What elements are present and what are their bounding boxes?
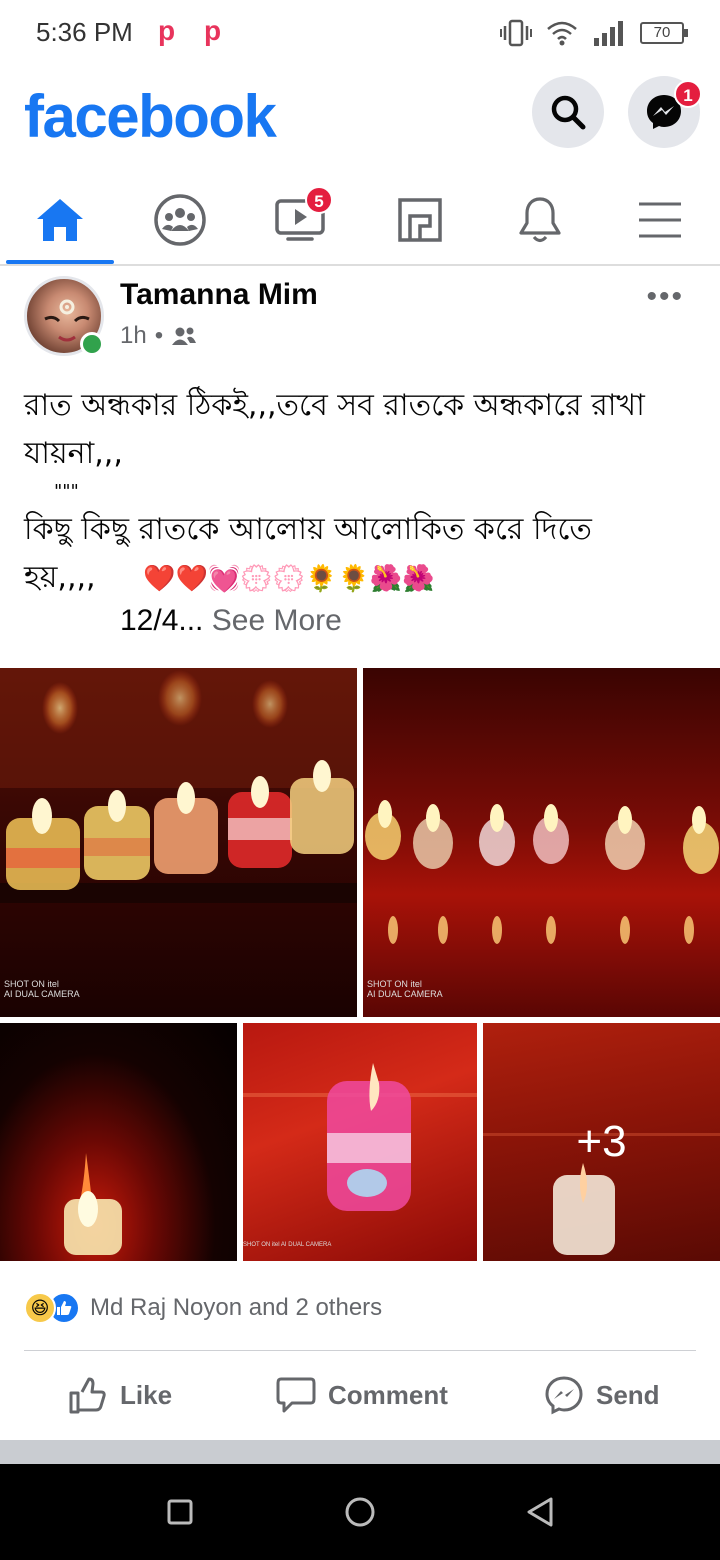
post-text-line2: কিছু কিছু রাতকে আলোয় আলোকিত করে দিতে হয… (24, 512, 592, 595)
status-bar: 5:36 PM p p 70 (0, 0, 720, 66)
status-indicators: 70 (500, 18, 688, 48)
menu-icon (639, 202, 681, 238)
more-photos-count[interactable]: +3 (483, 1023, 720, 1261)
post-time[interactable]: 1h (120, 322, 147, 350)
like-label: Like (120, 1379, 173, 1410)
post-date: 12/4... (120, 604, 204, 637)
search-icon (551, 95, 586, 130)
online-status-dot (80, 332, 104, 356)
post-photo-1[interactable]: SHOT ON itel AI DUAL CAMERA (0, 668, 357, 1017)
feed-separator (0, 1440, 720, 1464)
photo-caption: SHOT ON itel AI DUAL CAMERA (367, 979, 443, 999)
like-icon (69, 1377, 106, 1414)
send-button[interactable]: Send (544, 1370, 660, 1420)
battery-icon: 70 (640, 22, 688, 44)
reactions-summary[interactable]: 😆 Md Raj Noyon and 2 others (24, 1288, 382, 1328)
post-photo-2[interactable]: SHOT ON itel AI DUAL CAMERA (363, 668, 720, 1017)
home-system-button[interactable] (338, 1490, 382, 1534)
system-navigation-bar (0, 1464, 720, 1560)
recent-apps-button[interactable] (158, 1490, 202, 1534)
post-photo-4[interactable]: SHOT ON itel AI DUAL CAMERA (243, 1023, 477, 1261)
comment-label: Comment (328, 1379, 448, 1410)
vibrate-icon (500, 19, 532, 47)
wifi-icon (547, 21, 577, 46)
tab-notifications[interactable] (485, 176, 595, 264)
reactions-text: Md Raj Noyon and 2 others (90, 1294, 383, 1321)
post-author[interactable]: Tamanna Mim (120, 278, 318, 312)
comment-icon (276, 1377, 316, 1413)
comment-button[interactable]: Comment (276, 1370, 448, 1420)
candle-photo-3 (64, 1153, 122, 1255)
back-button[interactable] (518, 1490, 562, 1534)
photo-caption: SHOT ON itel AI DUAL CAMERA (243, 1242, 332, 1248)
notification-app-icon: p (158, 15, 176, 46)
search-button[interactable] (532, 76, 604, 148)
post-text-line1: রাত অন্ধকার ঠিকই,,,তবে সব রাতকে অন্ধকারে… (24, 388, 645, 471)
like-button[interactable]: Like (68, 1370, 172, 1420)
photo-caption: SHOT ON itel AI DUAL CAMERA (4, 979, 80, 999)
groups-icon (154, 194, 206, 246)
messenger-button[interactable]: 1 (628, 76, 702, 148)
active-tab-indicator (6, 260, 114, 264)
back-triangle-icon (527, 1497, 553, 1527)
status-time: 5:36 PM (36, 17, 133, 47)
post-text: রাত অন্ধকার ঠিকই,,,তবে সব রাতকে অন্ধকারে… (24, 382, 696, 603)
post-photo-5[interactable]: +3 (483, 1023, 720, 1261)
tab-menu[interactable] (605, 176, 715, 264)
facebook-logo: facebook (24, 83, 277, 150)
post-emojis: ❤️❤️💓💮💮🌻🌻🌺🌺 (143, 564, 435, 594)
tab-watch[interactable]: 5 (245, 176, 355, 264)
meta-separator: • (154, 322, 164, 349)
tab-groups[interactable] (125, 176, 235, 264)
tab-home[interactable] (5, 176, 115, 264)
haha-reaction-icon: 😆 (24, 1292, 56, 1324)
post-photo-3[interactable] (0, 1023, 237, 1261)
bell-icon (519, 197, 561, 243)
see-more-link[interactable]: See More (212, 604, 342, 637)
post-meta: 1h • (120, 322, 197, 350)
tab-marketplace[interactable] (365, 176, 475, 264)
signal-icon (594, 21, 623, 46)
app-header: facebook 1 (0, 72, 720, 162)
candle-photo-4 (243, 1063, 477, 1211)
post-more-options[interactable]: ••• (646, 280, 684, 314)
home-icon (37, 199, 83, 241)
send-label: Send (596, 1379, 660, 1410)
marketplace-icon (398, 198, 442, 242)
circle-icon (345, 1497, 375, 1527)
messenger-send-icon (545, 1376, 583, 1415)
main-nav: 5 (0, 176, 720, 266)
post-text-quotes: """ (54, 481, 79, 502)
watch-badge: 5 (305, 186, 333, 214)
candles-photo-1 (0, 668, 357, 903)
see-more-line: 12/4... See More (120, 604, 342, 638)
candles-photo-2 (365, 800, 719, 944)
square-icon (167, 1499, 193, 1525)
actions-divider (24, 1350, 696, 1351)
messenger-badge: 1 (674, 80, 702, 108)
notification-app-icon-2: p (204, 15, 222, 46)
friends-icon (172, 327, 197, 345)
